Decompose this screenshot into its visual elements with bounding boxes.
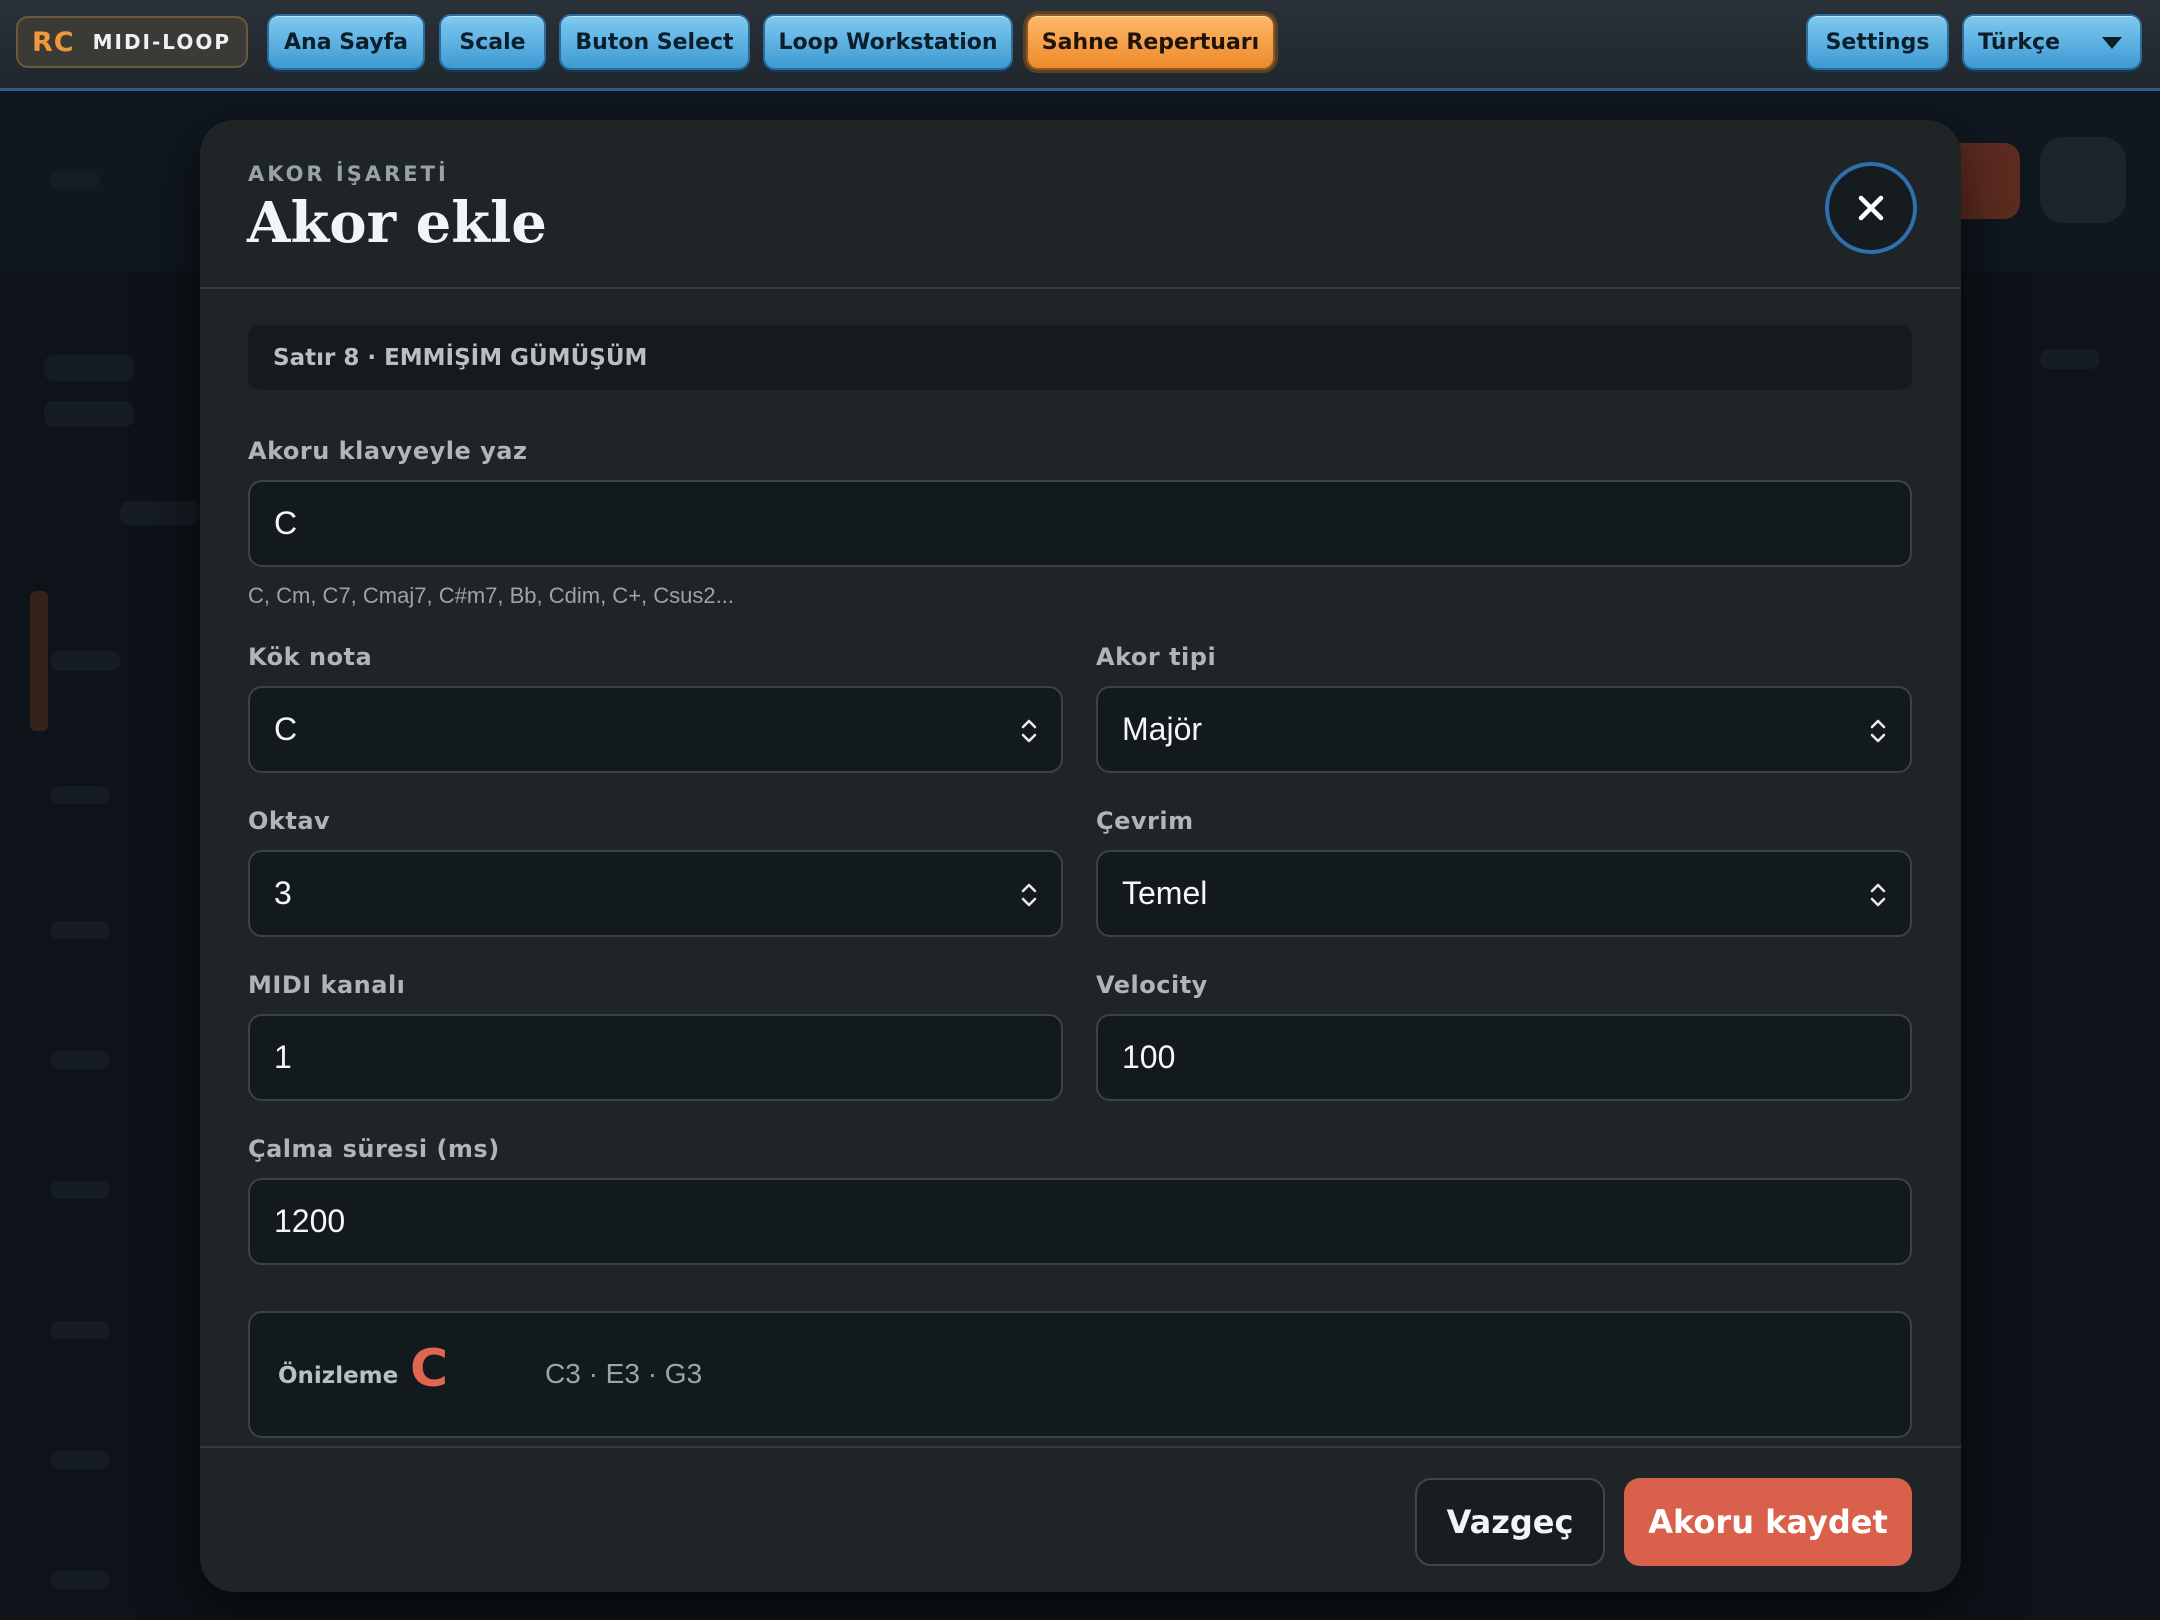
modal-title: Akor ekle bbox=[247, 190, 547, 256]
octave-label: Oktav bbox=[248, 807, 331, 835]
midi-channel-value: 1 bbox=[274, 1039, 292, 1075]
duration-input[interactable]: 1200 bbox=[248, 1178, 1912, 1265]
cancel-button[interactable]: Vazgeç bbox=[1415, 1478, 1605, 1566]
velocity-label: Velocity bbox=[1096, 971, 1208, 999]
velocity-input[interactable]: 100 bbox=[1096, 1014, 1912, 1101]
octave-value: 3 bbox=[274, 875, 292, 911]
top-navigation-bar: RC MIDI-LOOP Ana Sayfa Scale Buton Selec… bbox=[0, 0, 2160, 91]
modal-header: AKOR İŞARETİ Akor ekle bbox=[200, 120, 1961, 289]
nav-ana-sayfa[interactable]: Ana Sayfa bbox=[267, 14, 425, 70]
select-arrows-icon bbox=[1021, 883, 1037, 907]
root-note-label: Kök nota bbox=[248, 643, 373, 671]
root-note-value: C bbox=[274, 711, 298, 747]
chord-input-hint: C, Cm, C7, Cmaj7, C#m7, Bb, Cdim, C+, Cs… bbox=[248, 583, 734, 608]
save-chord-button[interactable]: Akoru kaydet bbox=[1624, 1478, 1912, 1566]
midi-channel-input[interactable]: 1 bbox=[248, 1014, 1063, 1101]
inversion-select[interactable]: Temel bbox=[1096, 850, 1912, 937]
octave-select[interactable]: 3 bbox=[248, 850, 1063, 937]
preview-label: Önizleme bbox=[278, 1363, 399, 1389]
chord-text-input-value: C bbox=[274, 505, 298, 541]
chord-preview: Önizleme C C3 · E3 · G3 bbox=[248, 1311, 1912, 1438]
select-arrows-icon bbox=[1870, 883, 1886, 907]
chord-type-label: Akor tipi bbox=[1096, 643, 1217, 671]
chord-input-label: Akoru klavyeyle yaz bbox=[248, 437, 528, 465]
brand-logo[interactable]: RC MIDI-LOOP bbox=[16, 16, 248, 68]
chord-text-input[interactable]: C bbox=[248, 480, 1912, 567]
midi-channel-label: MIDI kanalı bbox=[248, 971, 406, 999]
brand-mark: RC bbox=[32, 26, 75, 58]
chord-type-select[interactable]: Majör bbox=[1096, 686, 1912, 773]
song-context-bar: Satır 8 · EMMİŞİM GÜMÜŞÜM bbox=[248, 325, 1912, 390]
language-select[interactable]: Türkçe bbox=[1962, 14, 2142, 70]
nav-scale[interactable]: Scale bbox=[439, 14, 546, 70]
preview-notes: C3 · E3 · G3 bbox=[545, 1358, 703, 1389]
brand-name: MIDI-LOOP bbox=[92, 30, 231, 54]
nav-loop-workstation[interactable]: Loop Workstation bbox=[763, 14, 1013, 70]
duration-value: 1200 bbox=[274, 1203, 346, 1239]
select-arrows-icon bbox=[1021, 719, 1037, 743]
modal-footer: Vazgeç Akoru kaydet bbox=[200, 1446, 1961, 1592]
root-note-select[interactable]: C bbox=[248, 686, 1063, 773]
select-arrows-icon bbox=[1870, 719, 1886, 743]
close-icon bbox=[1858, 195, 1884, 221]
add-chord-modal: AKOR İŞARETİ Akor ekle Satır 8 · EMMİŞİM… bbox=[200, 120, 1961, 1592]
duration-label: Çalma süresi (ms) bbox=[248, 1135, 500, 1163]
settings-button[interactable]: Settings bbox=[1806, 14, 1949, 70]
inversion-label: Çevrim bbox=[1096, 807, 1194, 835]
nav-sahne-repertuari[interactable]: Sahne Repertuarı bbox=[1026, 14, 1275, 70]
velocity-value: 100 bbox=[1122, 1039, 1176, 1075]
chord-type-value: Majör bbox=[1122, 711, 1203, 747]
modal-eyebrow: AKOR İŞARETİ bbox=[248, 162, 449, 186]
language-selected-label: Türkçe bbox=[1978, 29, 2061, 55]
close-button[interactable] bbox=[1825, 162, 1917, 254]
inversion-value: Temel bbox=[1122, 875, 1208, 911]
chevron-down-icon bbox=[2102, 37, 2122, 49]
preview-chord-symbol: C bbox=[410, 1339, 449, 1399]
nav-buton-select[interactable]: Buton Select bbox=[559, 14, 750, 70]
